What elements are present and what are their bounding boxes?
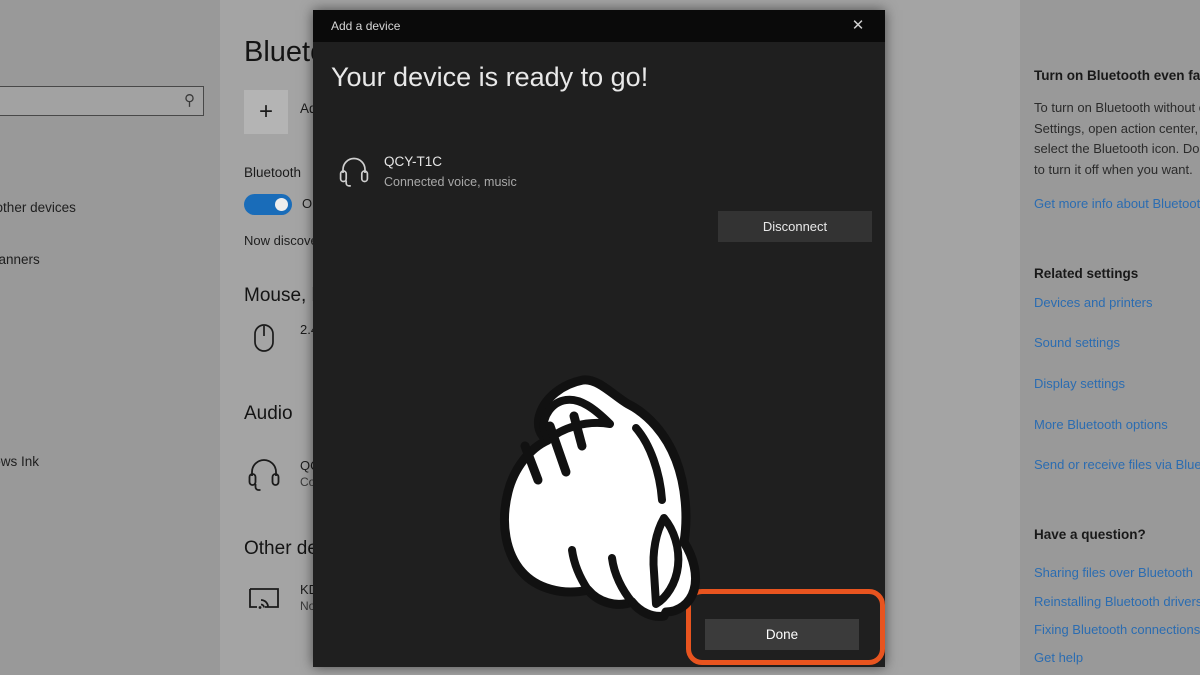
plus-icon: + [244,90,288,134]
dialog-title: Add a device [331,19,400,33]
bluetooth-toggle[interactable] [244,194,292,215]
search-icon: ⚲ [184,91,195,109]
screenshot-root: ⚲ Bluetooth & other devices Printers & s… [0,0,1200,675]
add-device-button[interactable]: + [244,90,288,134]
sidebar-item-label: Printers & scanners [0,252,40,267]
link-get-help[interactable]: Get help [1034,650,1200,665]
link-send-receive-files[interactable]: Send or receive files via Bluetooth [1034,457,1200,472]
headset-icon [244,454,284,494]
sidebar-item-label: Bluetooth & other devices [0,200,76,215]
done-button[interactable]: Done [705,619,859,650]
link-sharing-files[interactable]: Sharing files over Bluetooth [1034,565,1200,580]
link-get-more-info[interactable]: Get more info about Bluetooth [1034,196,1200,211]
bluetooth-label: Bluetooth [244,165,301,180]
link-sound-settings[interactable]: Sound settings [1034,335,1200,350]
dialog-heading: Your device is ready to go! [331,62,648,93]
link-reinstalling-drivers[interactable]: Reinstalling Bluetooth drivers [1034,594,1200,609]
help-heading-related: Related settings [1034,266,1200,281]
dialog-device-row: QCY-T1C Connected voice, music [331,150,871,200]
link-devices-and-printers[interactable]: Devices and printers [1034,295,1200,310]
group-heading-audio: Audio [244,403,293,425]
help-heading-question: Have a question? [1034,527,1200,542]
add-device-dialog: Add a device ✕ Your device is ready to g… [313,10,885,667]
settings-sidebar: ⚲ Bluetooth & other devices Printers & s… [0,0,220,675]
sidebar-item-printers-scanners[interactable]: Printers & scanners [0,252,222,267]
cast-icon [244,578,284,618]
sidebar-item-label: Pen & Windows Ink [0,454,39,469]
headset-icon [336,153,372,189]
mouse-icon [244,318,284,358]
dialog-device-status: Connected voice, music [384,175,517,189]
link-display-settings[interactable]: Display settings [1034,376,1200,391]
dialog-titlebar: Add a device ✕ [313,10,885,42]
help-heading-faster: Turn on Bluetooth even faster [1034,68,1200,83]
sidebar-item-pen-windows-ink[interactable]: Pen & Windows Ink [0,454,222,469]
sidebar-item-bluetooth-other-devices[interactable]: Bluetooth & other devices [0,200,222,215]
toggle-knob [275,198,288,211]
link-fixing-connections[interactable]: Fixing Bluetooth connections [1034,622,1200,637]
help-sidebar: Turn on Bluetooth even faster To turn on… [1020,0,1200,675]
search-input[interactable]: ⚲ [0,86,204,116]
close-icon[interactable]: ✕ [841,14,875,38]
disconnect-button[interactable]: Disconnect [718,211,872,242]
link-more-bluetooth-options[interactable]: More Bluetooth options [1034,417,1200,432]
dialog-device-name: QCY-T1C [384,154,442,169]
help-paragraph: To turn on Bluetooth without opening Set… [1034,98,1200,180]
